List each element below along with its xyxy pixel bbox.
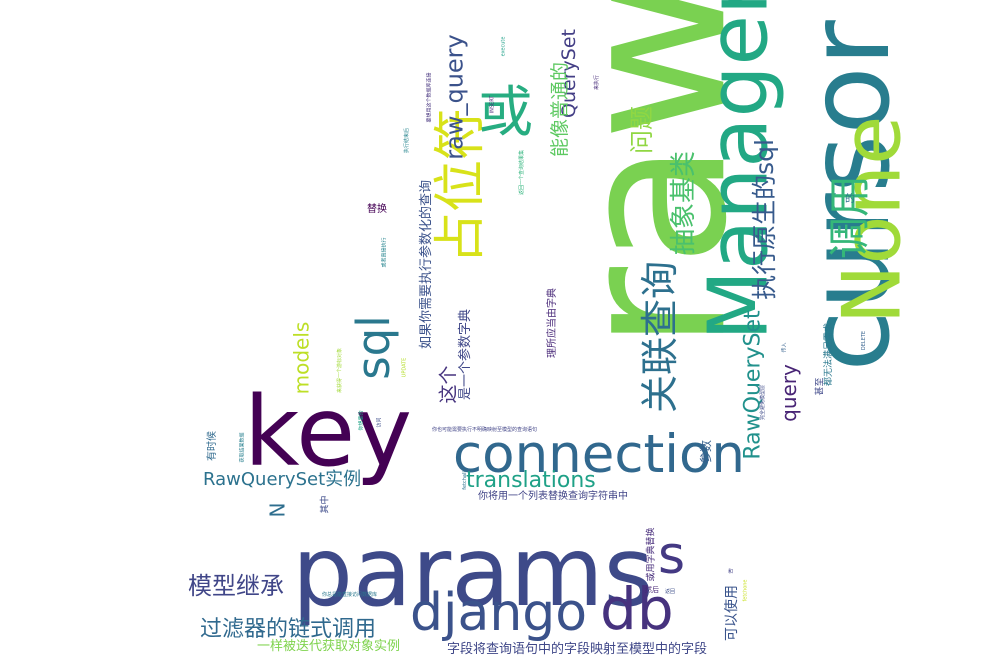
word-call: 调用 <box>825 174 875 260</box>
word-insert: INSERT <box>489 95 496 114</box>
word-execute: execute <box>500 36 507 57</box>
word-replace: 替换 <box>367 204 387 215</box>
word-like-normal: 能像普通的 <box>549 61 572 158</box>
word-delete: DELETE <box>861 330 868 351</box>
word-models: models <box>289 321 314 395</box>
word-this: 这个 <box>437 365 460 404</box>
word-abstract-base: 抽象基类 <box>669 150 700 256</box>
word-rawqueryset-instance: RawQuerySet实例 <box>203 469 362 490</box>
word-unmapped-query: 你也可能需要执行不明确映射至模型的查询语句 <box>432 427 538 433</box>
word-get-cursor: 来获得一个游标对象 <box>337 347 344 394</box>
word-key: key <box>244 376 413 488</box>
word-param-query: 如果你需要执行参数化的查询 <box>419 179 435 350</box>
word-model-inherit: 模型继承 <box>188 572 284 600</box>
word-pass-in: 传入 <box>781 342 788 353</box>
word-direct-db: 你总是能直接访问数据库 <box>322 592 378 598</box>
word-exec-raw-sql: 执行原生的sql <box>749 139 779 300</box>
word-cloud: raw cursor params key Manager None conne… <box>0 0 1000 666</box>
word-n: N <box>265 502 290 518</box>
word-field-mapping: 字段将查询语句中的字段映射至模型中的字段 <box>447 642 708 657</box>
word-iterate-instances: 一样被迭代获取对象实例 <box>257 639 401 654</box>
word-after-exec: 执行结束后 <box>404 127 411 154</box>
word-or: 或 <box>478 80 534 144</box>
word-params-cn: 参数 <box>699 439 714 465</box>
word-can-use: 可以使用 <box>724 585 740 641</box>
word-and: 和 <box>728 569 734 575</box>
word-or-dict-replace: 或用字典替换 <box>646 527 657 582</box>
word-django: django <box>410 583 588 643</box>
word-fetchone: fetchone <box>742 579 749 602</box>
word-filter-chain: 过滤器的链式调用 <box>200 617 377 642</box>
word-related-query: 关联查询 <box>638 260 683 414</box>
word-de: 的 <box>845 194 855 205</box>
word-query: query <box>776 364 801 422</box>
word-translations: translations <box>466 468 596 493</box>
word-cannot-satisfy: 都无法满足需求 <box>824 322 835 387</box>
word-access: 访问 <box>376 417 383 428</box>
word-s: s <box>658 526 686 586</box>
word-db-connection: 要想用这个数据库连接 <box>426 72 433 123</box>
word-you-want: 你想要的 <box>358 410 365 431</box>
word-raw-query: raw_query <box>440 34 469 160</box>
word-problem: 问题 <box>628 106 656 154</box>
word-list-replace: 你将用一个列表替换查询字符串中 <box>478 491 628 502</box>
word-return-resultset: 返回一个查询结果集 <box>519 149 526 196</box>
word-fetch-result: 获取结果数据 <box>239 432 246 463</box>
word-avoid-model: 完全避免模型层 <box>760 384 767 421</box>
word-return: 返回 <box>665 589 676 595</box>
word-direct-exec: 或者直接执行 <box>381 237 388 268</box>
word-db: db <box>600 575 674 643</box>
word-fetchall: fetchall <box>461 471 468 490</box>
word-then: 然后 <box>645 586 659 594</box>
word-sql: sql <box>346 315 400 380</box>
word-sometimes: 有时候 <box>207 431 218 461</box>
word-to-exec: 来执行 <box>594 74 601 91</box>
word-among: 其中 <box>320 495 331 514</box>
word-is-param-dict: 是一个参数字典 <box>458 308 474 401</box>
word-update: UPDATE <box>401 357 408 378</box>
word-by-dict: 理所应当由字典 <box>547 288 558 358</box>
